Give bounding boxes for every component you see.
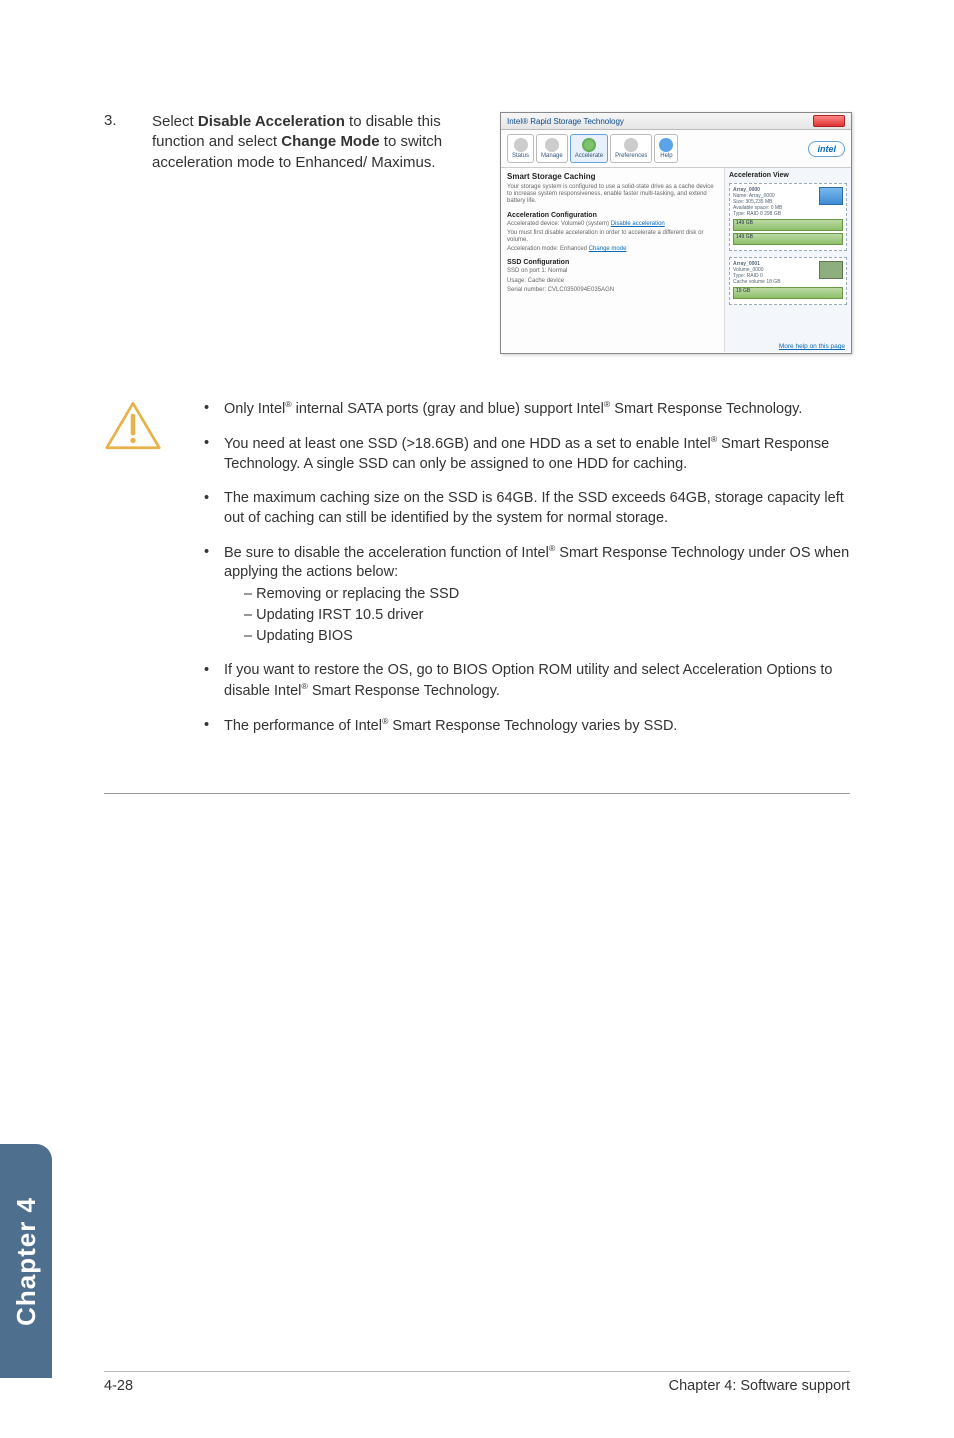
note-item-2: You need at least one SSD (>18.6GB) and … xyxy=(196,433,850,474)
step-change-label: Change Mode xyxy=(281,133,379,150)
window-titlebar: Intel® Rapid Storage Technology xyxy=(501,113,851,130)
note4-sub-1: – Removing or replacing the SSD xyxy=(244,584,850,604)
note4-sub-3: – Updating BIOS xyxy=(244,626,850,646)
help-icon xyxy=(659,138,673,152)
note-item-6: The performance of Intel® Smart Response… xyxy=(196,715,850,736)
tab-status-label: Status xyxy=(512,153,529,159)
tab-help-label: Help xyxy=(660,153,672,159)
screenshot-container: Intel® Rapid Storage Technology Status M… xyxy=(500,112,852,354)
rst-window: Intel® Rapid Storage Technology Status M… xyxy=(500,112,852,354)
status-icon xyxy=(514,138,528,152)
note6-tail: Smart Response Technology varies by SSD. xyxy=(388,718,677,734)
tab-accelerate-label: Accelerate xyxy=(575,153,603,159)
array0-bar2-label: 149 GB xyxy=(734,234,753,240)
step-number: 3. xyxy=(104,112,124,354)
notes-list: Only Intel® internal SATA ports (gray an… xyxy=(196,398,850,750)
note4-sub-2: – Updating IRST 10.5 driver xyxy=(244,605,850,625)
must-first-text: You must first disable acceleration in o… xyxy=(507,230,718,244)
note5-tail: Smart Response Technology. xyxy=(308,683,500,699)
tab-preferences-label: Preferences xyxy=(615,153,647,159)
more-help-link[interactable]: More help on this page xyxy=(779,343,845,350)
note2-pre: You need at least one SSD (>18.6GB) and … xyxy=(224,436,711,452)
step-body: Select Disable Acceleration to disable t… xyxy=(152,112,452,354)
note-block: Only Intel® internal SATA ports (gray an… xyxy=(104,398,850,750)
smart-storage-heading: Smart Storage Caching xyxy=(507,172,718,181)
drive-icon xyxy=(819,187,843,205)
window-title: Intel® Rapid Storage Technology xyxy=(507,117,624,126)
step-disable-label: Disable Acceleration xyxy=(198,113,345,130)
array0-type: Type: RAID 0 298 GB xyxy=(733,211,843,217)
hdd-icon xyxy=(819,261,843,279)
note1-tail: Smart Response Technology. xyxy=(610,401,802,417)
accel-mode-text: Acceleration mode: Enhanced xyxy=(507,246,589,252)
accel-device-text: Accelerated device: Volume0 (system) xyxy=(507,221,611,227)
intro-text: Your storage system is configured to use… xyxy=(507,184,718,206)
right-panel: Acceleration View Array_0000 Name: Array… xyxy=(725,168,851,352)
footer-chapter-title: Chapter 4: Software support xyxy=(669,1378,850,1394)
change-mode-link[interactable]: Change mode xyxy=(589,246,627,252)
tab-manage-label: Manage xyxy=(541,153,563,159)
array-0000-box: Array_0000 Name: Array_0000 Size: 305,23… xyxy=(729,183,847,251)
window-body: Smart Storage Caching Your storage syste… xyxy=(501,168,851,352)
preferences-icon xyxy=(624,138,638,152)
tab-preferences[interactable]: Preferences xyxy=(610,134,652,163)
accel-view-heading: Acceleration View xyxy=(729,172,847,179)
ssd-port-text: SSD on port 1: Normal xyxy=(507,268,718,275)
note-item-1: Only Intel® internal SATA ports (gray an… xyxy=(196,398,850,419)
serial-text: Serial number: CVLC0350094E035AGN xyxy=(507,287,718,294)
page-footer: 4-28 Chapter 4: Software support xyxy=(104,1371,850,1394)
tab-help[interactable]: Help xyxy=(654,134,678,163)
divider-line xyxy=(104,793,850,794)
note-item-4: Be sure to disable the acceleration func… xyxy=(196,542,850,647)
window-tabs: Status Manage Accelerate Preferences Hel… xyxy=(501,130,851,168)
note6-pre: The performance of Intel xyxy=(224,718,382,734)
intel-logo: intel xyxy=(808,141,845,157)
array0-bar1-label: 149 GB xyxy=(734,220,753,226)
accel-mode-line: Acceleration mode: Enhanced Change mode xyxy=(507,246,718,253)
tab-accelerate[interactable]: Accelerate xyxy=(570,134,608,163)
page-number: 4-28 xyxy=(104,1378,133,1394)
chapter-side-tab: Chapter 4 xyxy=(0,1144,52,1378)
disable-acceleration-link[interactable]: Disable acceleration xyxy=(611,221,665,227)
array1-cache: Cache volume 18 GB xyxy=(733,279,843,285)
tab-manage[interactable]: Manage xyxy=(536,134,568,163)
left-panel: Smart Storage Caching Your storage syste… xyxy=(501,168,725,352)
note4-pre: Be sure to disable the acceleration func… xyxy=(224,544,549,560)
note-item-3: The maximum caching size on the SSD is 6… xyxy=(196,488,850,528)
note3-text: The maximum caching size on the SSD is 6… xyxy=(224,490,844,526)
ssd-config-heading: SSD Configuration xyxy=(507,259,718,266)
note-item-5: If you want to restore the OS, go to BIO… xyxy=(196,660,850,701)
array-0001-box: Array_0001 Volume_0000 Type: RAID 0 Cach… xyxy=(729,257,847,305)
manage-icon xyxy=(545,138,559,152)
note1-pre: Only Intel xyxy=(224,401,285,417)
step-text-1: Select xyxy=(152,113,198,130)
array1-bar-label: 19 GB xyxy=(734,288,750,294)
usage-text: Usage: Cache device xyxy=(507,278,718,285)
close-icon[interactable] xyxy=(813,115,845,127)
array0-bar2: 149 GB xyxy=(733,233,843,245)
step-text: 3. Select Disable Acceleration to disabl… xyxy=(104,112,452,354)
note4-sublist: – Removing or replacing the SSD – Updati… xyxy=(224,584,850,646)
array1-bar: 19 GB xyxy=(733,287,843,299)
chapter-side-label: Chapter 4 xyxy=(11,1197,42,1326)
tab-status[interactable]: Status xyxy=(507,134,534,163)
accel-device-line: Accelerated device: Volume0 (system) Dis… xyxy=(507,221,718,228)
accelerate-icon xyxy=(582,138,596,152)
accel-config-heading: Acceleration Configuration xyxy=(507,212,718,219)
step-row: 3. Select Disable Acceleration to disabl… xyxy=(104,112,834,354)
warning-icon xyxy=(104,398,166,750)
note1-mid: internal SATA ports (gray and blue) supp… xyxy=(292,401,604,417)
array0-bar1: 149 GB xyxy=(733,219,843,231)
